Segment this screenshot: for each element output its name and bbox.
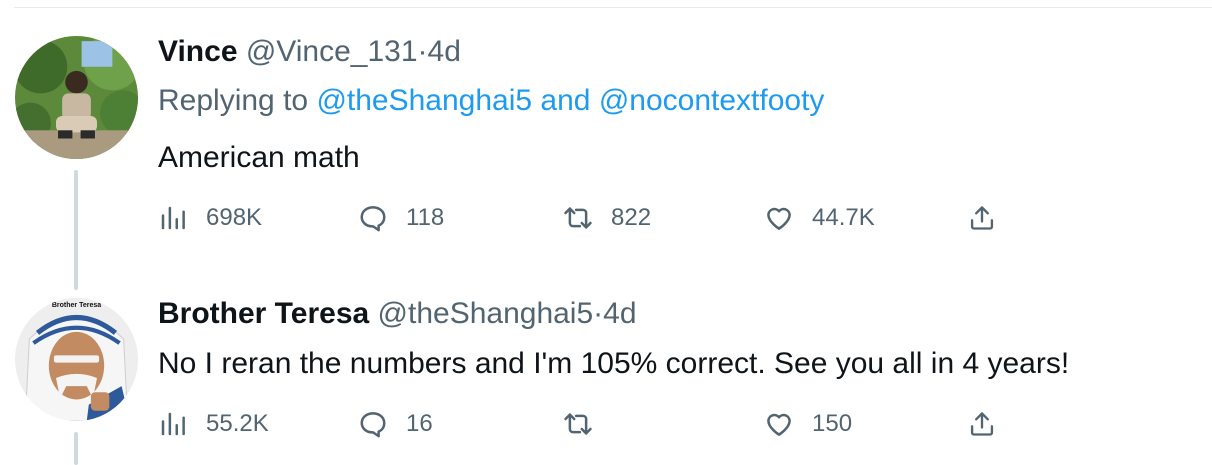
tweet-header: Vince @Vince_131·4d: [158, 34, 1192, 70]
action-bar: 698K 118 822 44.7K: [158, 198, 1192, 238]
retweet-button[interactable]: [563, 404, 611, 444]
handle[interactable]: @Vince_131: [246, 35, 418, 68]
retweet-count: 822: [611, 204, 652, 231]
share-button[interactable]: [968, 198, 996, 238]
like-count: 44.7K: [812, 204, 875, 231]
reply-button[interactable]: 16: [358, 404, 433, 444]
share-icon: [970, 206, 994, 230]
handle[interactable]: @theShanghai5: [378, 297, 594, 330]
action-bar: 55.2K 16 150: [158, 404, 1192, 444]
avatar-image: [15, 298, 138, 421]
speech-bubble-icon: [360, 412, 386, 438]
like-button[interactable]: 150: [764, 404, 852, 444]
reply-button[interactable]: 118: [358, 198, 444, 238]
bar-chart-icon: [161, 206, 185, 230]
tweet-text: No I reran the numbers and I'm 105% corr…: [158, 347, 1070, 380]
retweet-icon: [564, 207, 592, 229]
display-name[interactable]: Brother Teresa: [158, 297, 369, 330]
reply-count: 118: [406, 204, 445, 231]
tweet[interactable]: Brother Teresa @theShanghai5·4d No I rer…: [158, 296, 1192, 444]
avatar-caption: Brother Teresa: [51, 302, 102, 309]
replying-and[interactable]: and: [540, 84, 590, 117]
heart-icon: [767, 207, 791, 230]
speech-bubble-icon: [360, 206, 386, 232]
separator-dot: ·: [417, 35, 428, 68]
views-button[interactable]: 55.2K: [158, 404, 269, 444]
like-count: 150: [812, 410, 853, 437]
views-button[interactable]: 698K: [158, 198, 262, 238]
views-count: 55.2K: [206, 410, 269, 437]
reply-count: 16: [406, 410, 433, 437]
share-icon: [970, 412, 994, 436]
retweet-icon: [564, 413, 592, 435]
mention-link[interactable]: @nocontextfooty: [599, 84, 825, 117]
retweet-button[interactable]: 822: [563, 198, 651, 238]
top-divider: [14, 7, 1212, 8]
timestamp[interactable]: 4d: [428, 35, 461, 68]
tweet-header: Brother Teresa @theShanghai5·4d: [158, 296, 1192, 332]
thread-line: [74, 432, 78, 465]
timestamp[interactable]: 4d: [603, 297, 636, 330]
replying-to: Replying to @theShanghai5 and @nocontext…: [158, 83, 1192, 119]
separator-dot: ·: [593, 297, 604, 330]
tweet-text: American math: [158, 141, 360, 174]
share-button[interactable]: [968, 404, 996, 444]
avatar[interactable]: [15, 36, 138, 159]
thread-line: [74, 170, 78, 290]
tweet[interactable]: Vince @Vince_131·4d Replying to @theShan…: [158, 34, 1192, 238]
replying-to-label: Replying to: [158, 84, 309, 117]
mention-link[interactable]: @theShanghai5: [316, 84, 532, 117]
heart-icon: [767, 413, 791, 436]
views-count: 698K: [206, 204, 263, 231]
avatar[interactable]: Brother Teresa: [15, 298, 138, 421]
avatar-image: [15, 36, 138, 159]
like-button[interactable]: 44.7K: [764, 198, 875, 238]
display-name[interactable]: Vince: [158, 35, 238, 68]
bar-chart-icon: [161, 412, 185, 436]
